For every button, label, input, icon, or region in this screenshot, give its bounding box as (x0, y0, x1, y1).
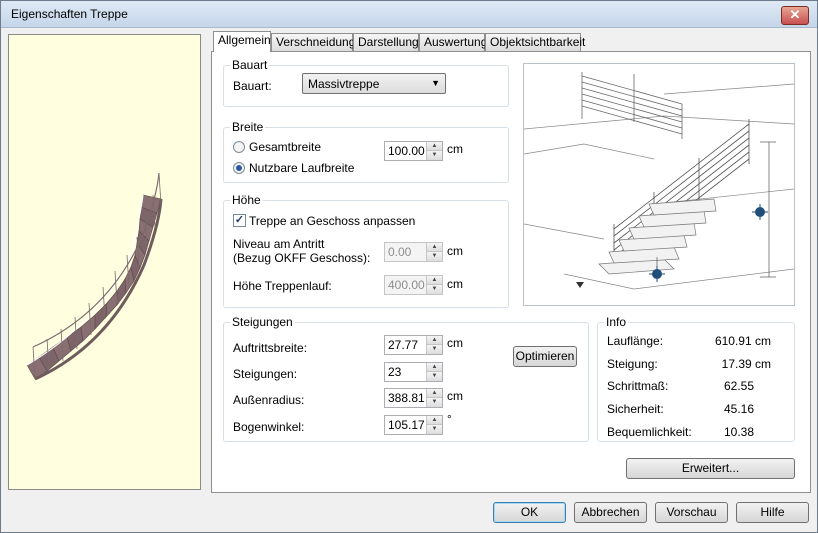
arrow-up-icon[interactable]: ▲ (427, 363, 442, 372)
bogenwinkel-input[interactable]: 105.17 ▲ ▼ (384, 415, 443, 435)
nutzbare-laufbreite-label: Nutzbare Laufbreite (249, 161, 355, 175)
breite-group-title: Breite (230, 120, 266, 134)
niveau-label: Niveau am Antritt (233, 237, 325, 251)
info-value: 62.55 (723, 379, 754, 393)
info-label: Schrittmaß: (607, 379, 669, 393)
tab-objektsichtbarkeit[interactable]: Objektsichtbarkeit (485, 33, 585, 51)
arrow-down-icon[interactable]: ▼ (427, 151, 442, 160)
info-label: Sicherheit: (607, 402, 664, 416)
info-label: Bequemlichkeit: (607, 425, 692, 439)
arrow-up-icon: ▲ (427, 243, 442, 252)
breite-input[interactable]: 100.00 ▲ ▼ (384, 141, 443, 161)
close-button[interactable]: ✕ (781, 6, 809, 25)
arrow-up-icon: ▲ (427, 276, 442, 285)
tab-darstellung[interactable]: Darstellung (353, 33, 419, 51)
bauart-dropdown[interactable]: Massivtreppe ▼ (302, 73, 446, 94)
bogenwinkel-value: 105.17 (388, 418, 425, 432)
aussenradius-input[interactable]: 388.81 ▲ ▼ (384, 388, 443, 408)
steigungen-input[interactable]: 23 ▲ ▼ (384, 362, 443, 382)
bauart-value: Massivtreppe (308, 77, 380, 91)
info-label: Steigung: (607, 357, 658, 371)
hoehe-treppenlauf-input: 400.00 ▲ ▼ (384, 275, 443, 295)
hoehe-spinner: ▲ ▼ (426, 276, 442, 294)
breite-value: 100.00 (388, 144, 425, 158)
aussenradius-value: 388.81 (388, 391, 425, 405)
arrow-down-icon[interactable]: ▼ (427, 372, 442, 381)
chevron-down-icon: ▼ (431, 78, 440, 88)
ok-button[interactable]: OK (493, 502, 566, 523)
arrow-down-icon[interactable]: ▼ (427, 425, 442, 434)
hoehe-treppenlauf-label: Höhe Treppenlauf: (233, 279, 332, 293)
winkel-spinner[interactable]: ▲ ▼ (426, 416, 442, 434)
gesamtbreite-radio[interactable] (233, 141, 245, 153)
close-icon: ✕ (789, 7, 801, 22)
bauart-group-title: Bauart (230, 58, 270, 72)
bauart-label: Bauart: (233, 79, 272, 93)
hoehe-group-title: Höhe (230, 193, 263, 207)
gesamtbreite-label: Gesamtbreite (249, 140, 322, 154)
breite-spinner[interactable]: ▲ ▼ (426, 142, 442, 160)
bogenwinkel-unit: ° (447, 412, 452, 426)
title-bar: Eigenschaften Treppe ✕ (1, 1, 817, 28)
niveau-sublabel: (Bezug OKFF Geschoss): (233, 251, 371, 265)
info-value: 10.38 (723, 425, 754, 439)
extended-button[interactable]: Erweitert... (626, 458, 795, 479)
steigungen-spinner[interactable]: ▲ ▼ (426, 363, 442, 381)
stair-diagram (523, 63, 795, 306)
stair-elevation-diagram (523, 72, 795, 290)
arrow-up-icon[interactable]: ▲ (427, 416, 442, 425)
arrow-down-icon: ▼ (427, 252, 442, 261)
tab-verschneidung[interactable]: Verschneidung (271, 33, 355, 51)
geschoss-anpassen-label: Treppe an Geschoss anpassen (249, 214, 416, 228)
niveau-unit: cm (447, 244, 463, 258)
auftrittsbreite-unit: cm (447, 336, 463, 350)
radius-spinner[interactable]: ▲ ▼ (426, 389, 442, 407)
spiral-stair-render (26, 172, 163, 381)
tab-auswertung[interactable]: Auswertung (419, 33, 487, 51)
info-value: 610.91 cm (714, 334, 771, 348)
info-group-title: Info (604, 315, 629, 329)
auftrittsbreite-input[interactable]: 27.77 ▲ ▼ (384, 335, 443, 355)
info-label: Lauflänge: (607, 334, 664, 348)
arrow-down-icon[interactable]: ▼ (427, 398, 442, 407)
arrow-down-icon: ▼ (427, 285, 442, 294)
geschoss-anpassen-checkbox[interactable]: ✓ (233, 214, 246, 227)
cancel-button[interactable]: Abbrechen (574, 502, 647, 523)
stair-3d-preview[interactable] (8, 34, 201, 490)
arrow-down-icon[interactable]: ▼ (427, 345, 442, 354)
checkmark-icon: ✓ (234, 214, 245, 226)
help-button[interactable]: Hilfe (736, 502, 809, 523)
aussenradius-unit: cm (447, 389, 463, 403)
arrow-up-icon[interactable]: ▲ (427, 142, 442, 151)
info-value: 45.16 (723, 402, 754, 416)
arrow-up-icon[interactable]: ▲ (427, 389, 442, 398)
nutzbare-laufbreite-radio[interactable] (233, 162, 245, 174)
steigungen-value: 23 (388, 365, 402, 379)
window-title: Eigenschaften Treppe (11, 7, 128, 21)
optimize-button[interactable]: Optimieren (513, 346, 577, 367)
bogenwinkel-label: Bogenwinkel: (233, 420, 305, 434)
dialog-window: Eigenschaften Treppe ✕ Allgemein Verschn… (0, 0, 818, 533)
aussenradius-label: Außenradius: (233, 393, 305, 407)
tab-allgemein[interactable]: Allgemein (213, 31, 271, 52)
niveau-input: 0.00 ▲ ▼ (384, 242, 443, 262)
hoehe-unit: cm (447, 277, 463, 291)
arrow-up-icon[interactable]: ▲ (427, 336, 442, 345)
info-value: 17.39 cm (721, 357, 771, 371)
steigungen-group-title: Steigungen (230, 315, 295, 329)
breite-unit: cm (447, 142, 463, 156)
auftrittsbreite-label: Auftrittsbreite: (233, 341, 308, 355)
niveau-spinner: ▲ ▼ (426, 243, 442, 261)
steigungen-label: Steigungen: (233, 367, 298, 381)
niveau-value: 0.00 (388, 245, 412, 259)
auftrittsbreite-value: 27.77 (388, 338, 419, 352)
hoehe-treppenlauf-value: 400.00 (388, 278, 425, 292)
preview-button[interactable]: Vorschau (655, 502, 728, 523)
auftritt-spinner[interactable]: ▲ ▼ (426, 336, 442, 354)
